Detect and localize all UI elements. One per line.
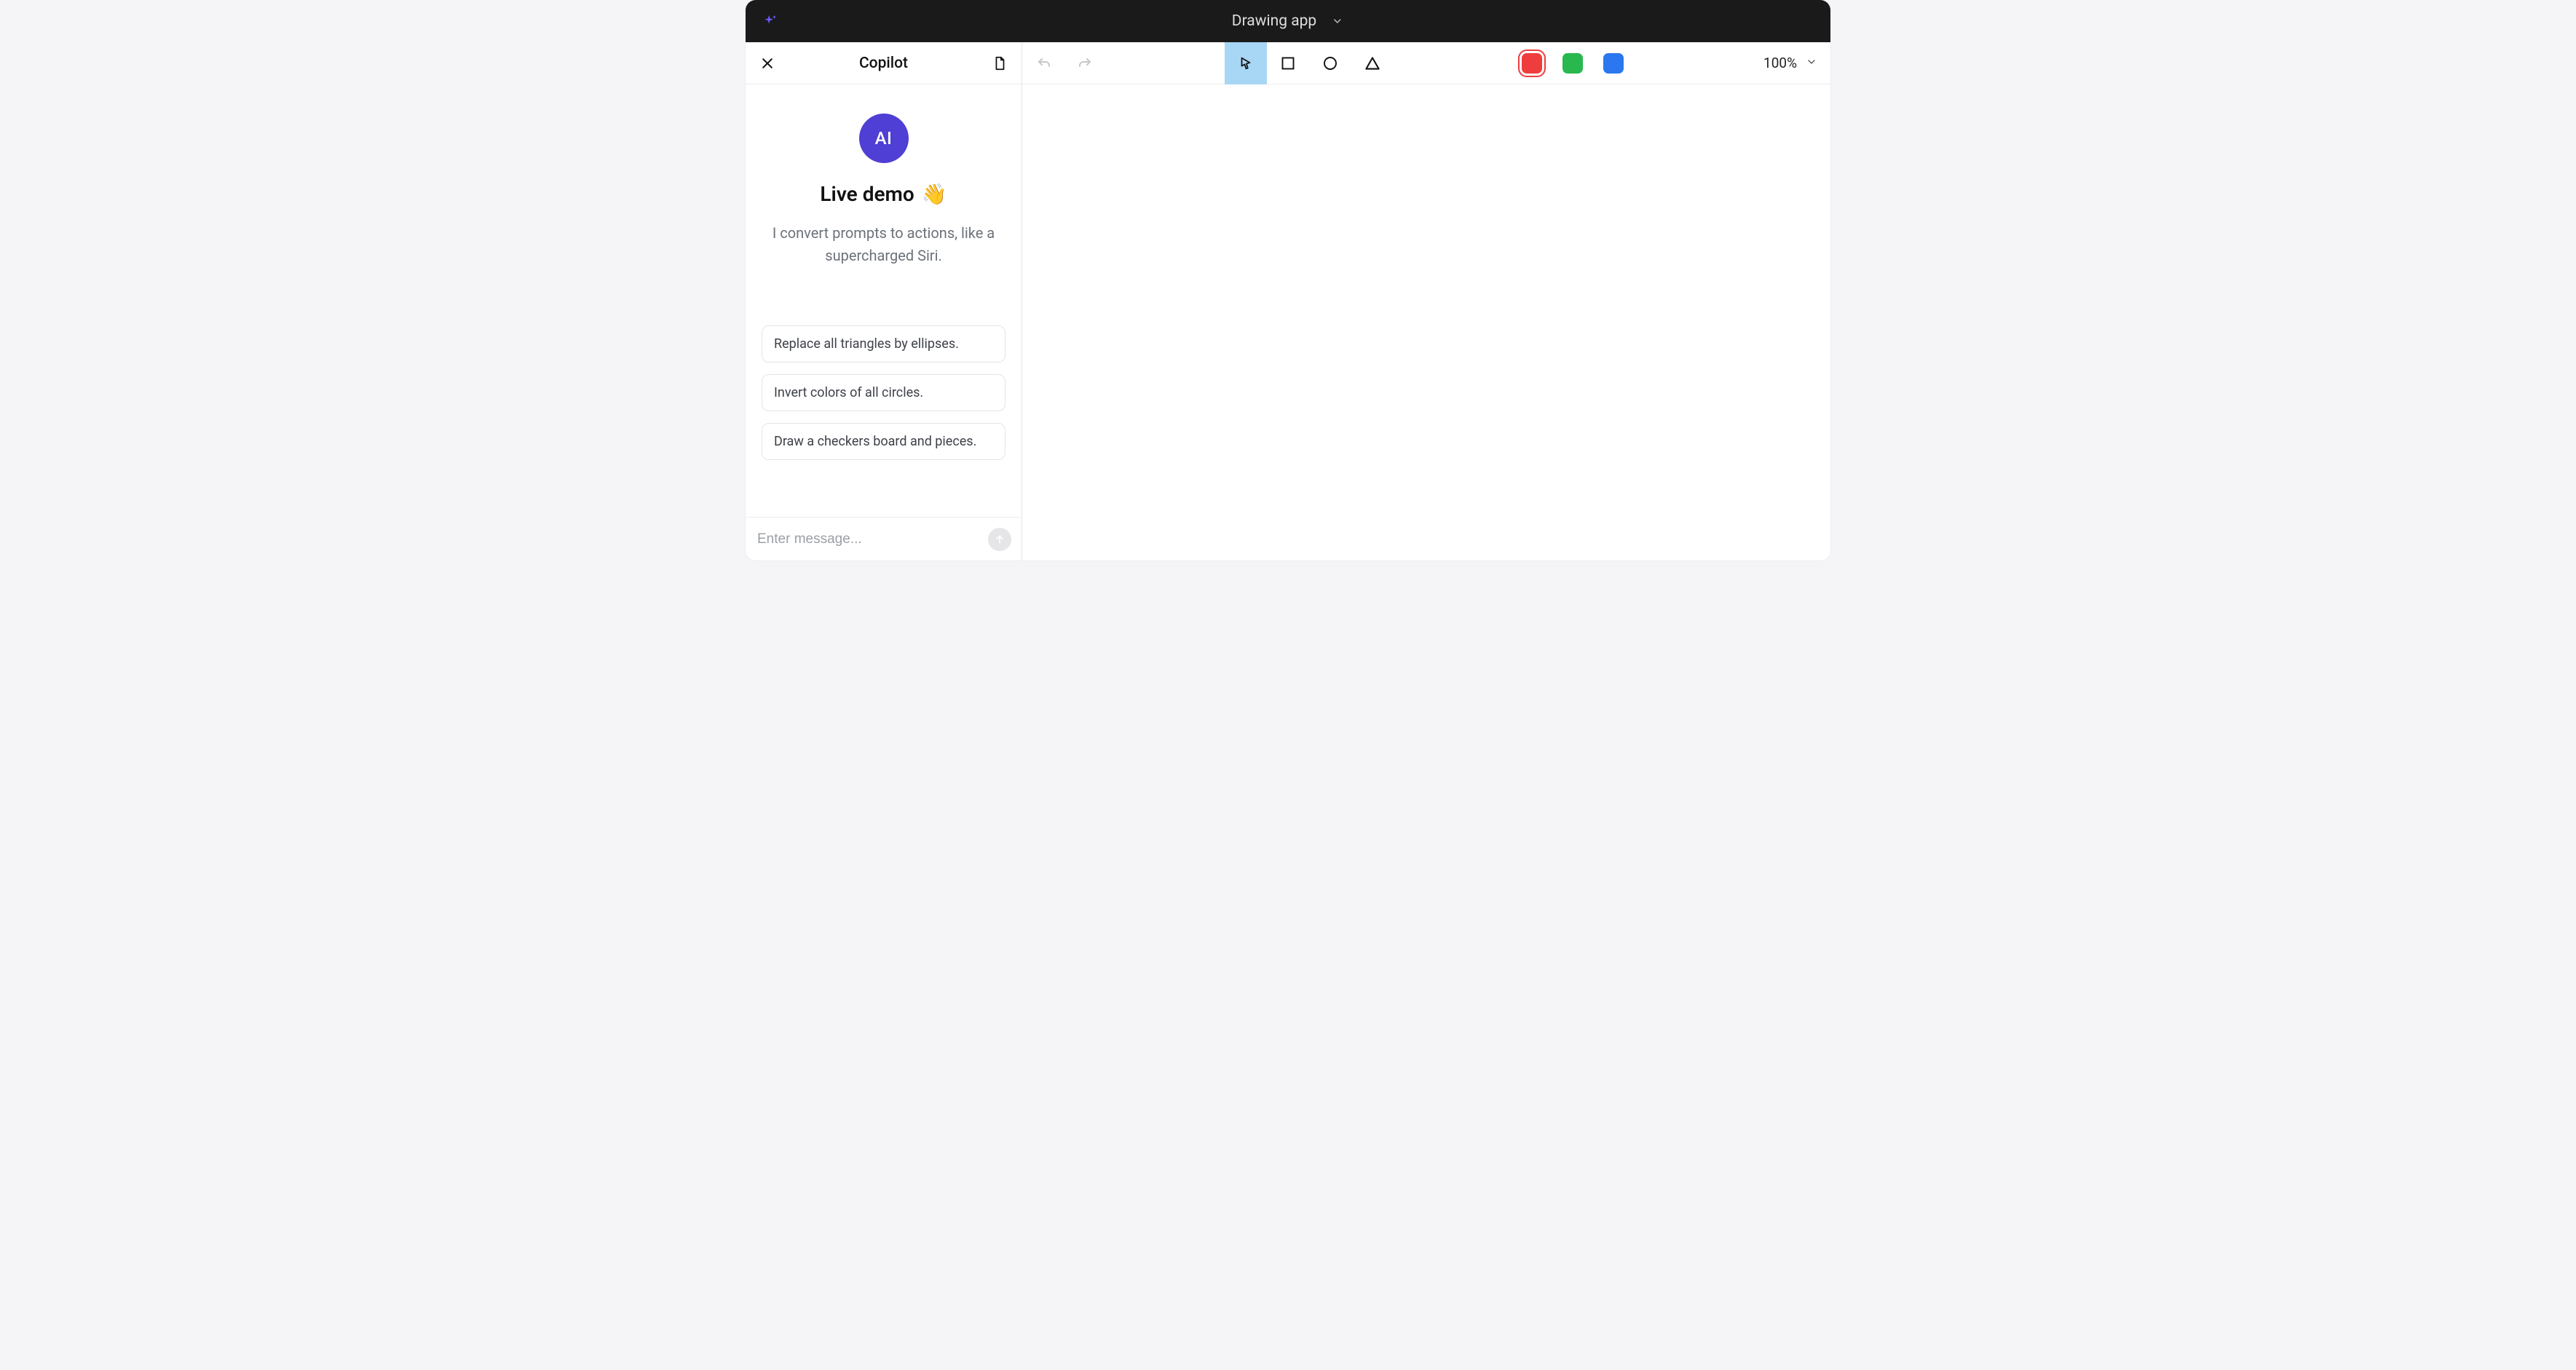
redo-button[interactable] [1073,52,1097,75]
app-title: Drawing app [1232,12,1316,30]
suggestion-item[interactable]: Invert colors of all circles. [762,374,1005,411]
shape-tools-group [1225,42,1394,84]
main-area: 100% [1022,42,1830,561]
ai-avatar: AI [859,114,909,163]
triangle-tool[interactable] [1351,42,1394,84]
sparkle-icon[interactable] [762,12,779,30]
wave-emoji: 👋 [922,182,947,206]
suggestion-item[interactable]: Draw a checkers board and pieces. [762,423,1005,460]
circle-tool[interactable] [1309,42,1351,84]
color-swatch-green[interactable] [1562,53,1583,74]
app-window: Drawing app Copilot [746,0,1830,561]
welcome-title-text: Live demo [820,182,914,206]
copilot-sidebar: Copilot AI Live demo 👋 I convert prompts… [746,42,1022,561]
app-title-dropdown[interactable]: Drawing app [1232,12,1344,30]
history-group [1032,52,1097,75]
close-sidebar-button[interactable] [757,53,778,74]
drawing-canvas[interactable] [1022,84,1830,561]
message-input[interactable] [757,531,981,547]
color-swatches-group [1522,53,1624,74]
send-button[interactable] [988,528,1011,551]
welcome-subtitle: I convert prompts to actions, like a sup… [767,222,1000,267]
welcome-title: Live demo 👋 [820,182,947,206]
titlebar: Drawing app [746,0,1830,42]
zoom-value: 100% [1763,55,1797,71]
suggestion-item[interactable]: Replace all triangles by ellipses. [762,325,1005,363]
sidebar-content: AI Live demo 👋 I convert prompts to acti… [746,84,1022,517]
zoom-dropdown[interactable]: 100% [1763,55,1817,71]
message-composer [746,517,1022,561]
avatar-label: AI [875,128,893,149]
rectangle-tool[interactable] [1267,42,1309,84]
app-body: Copilot AI Live demo 👋 I convert prompts… [746,42,1830,561]
canvas-toolbar: 100% [1022,42,1830,84]
pointer-tool[interactable] [1225,42,1267,84]
suggestions-list: Replace all triangles by ellipses. Inver… [760,325,1007,460]
sidebar-title: Copilot [785,55,982,72]
new-document-button[interactable] [989,53,1010,74]
sidebar-header: Copilot [746,42,1022,84]
chevron-down-icon [1806,55,1817,71]
undo-button[interactable] [1032,52,1056,75]
chevron-down-icon [1331,15,1344,28]
color-swatch-blue[interactable] [1603,53,1624,74]
color-swatch-red[interactable] [1522,53,1542,74]
